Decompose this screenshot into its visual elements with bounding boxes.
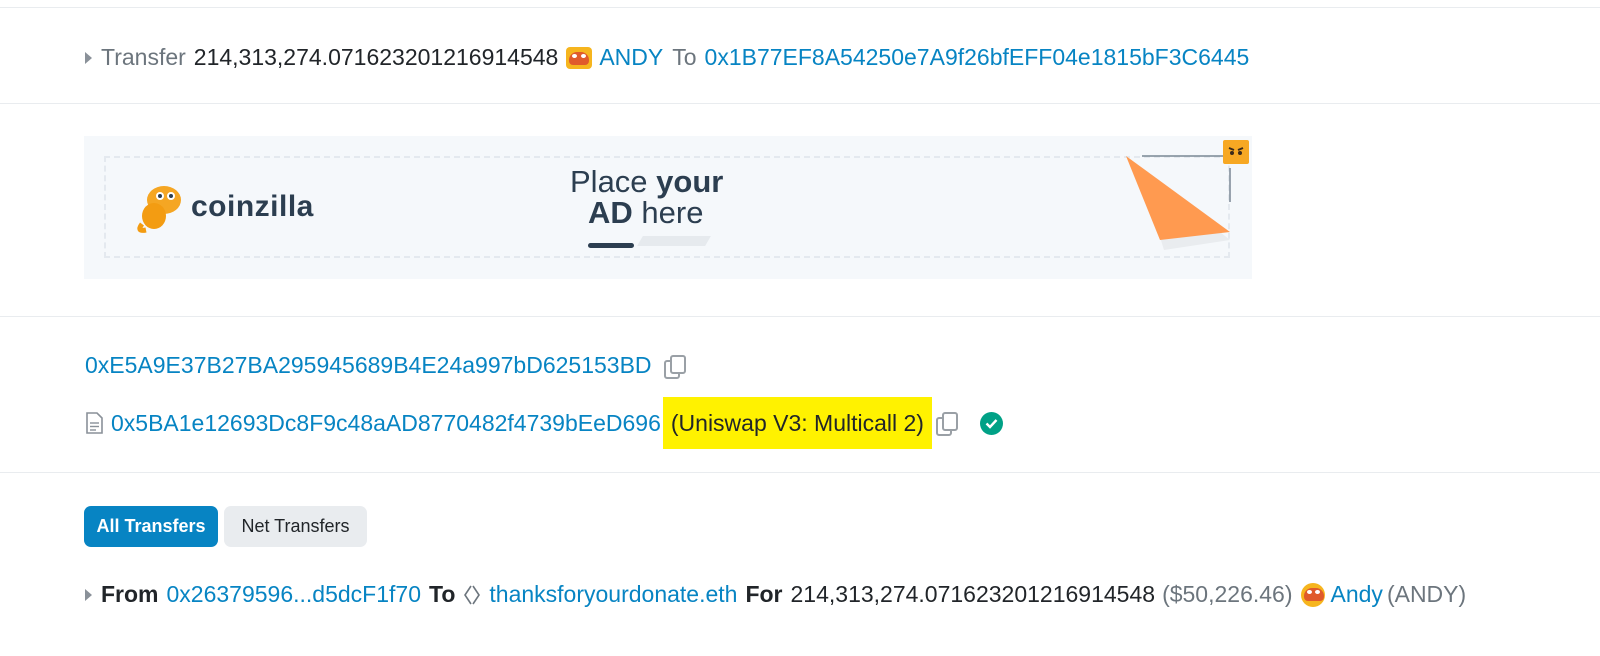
transfer-amount: 214,313,274.071623201216914548 bbox=[193, 44, 559, 70]
from-address-link[interactable]: 0x26379596...d5dcF1f70 bbox=[167, 581, 421, 608]
ad-close-icon[interactable] bbox=[1223, 140, 1249, 164]
divider bbox=[0, 103, 1600, 104]
token-name-link[interactable]: Andy bbox=[1331, 581, 1383, 608]
ad-headline-bold-1: your bbox=[656, 164, 724, 199]
usd-value: ($50,226.46) bbox=[1162, 581, 1293, 607]
contract-row: 0x5BA1e12693Dc8F9c48aAD8770482f4739bEeD6… bbox=[85, 395, 1003, 451]
tab-net-transfers[interactable]: Net Transfers bbox=[224, 506, 367, 547]
verified-check-icon bbox=[979, 411, 1003, 435]
ad-headline-regular-1: Place bbox=[570, 164, 657, 199]
ad-underline bbox=[588, 243, 634, 248]
contract-name-highlight: (Uniswap V3: Multicall 2) bbox=[662, 397, 932, 449]
copy-icon[interactable] bbox=[935, 412, 958, 436]
transfer-action: Transfer bbox=[101, 44, 186, 70]
divider bbox=[0, 472, 1600, 473]
contract-name: (Uniswap V3: Multicall 2) bbox=[670, 409, 924, 436]
ad-underline-shadow bbox=[637, 236, 711, 246]
from-label: From bbox=[101, 581, 159, 607]
contract-file-icon bbox=[86, 412, 103, 434]
address-link[interactable]: 0xE5A9E37B27BA295945689B4E24a997bD625153… bbox=[85, 352, 652, 379]
ad-headline: Place your AD here bbox=[570, 166, 723, 228]
andy-token-icon bbox=[1300, 582, 1325, 607]
caret-right-icon[interactable] bbox=[85, 588, 92, 601]
ad-brand: coinzilla bbox=[191, 190, 314, 223]
divider bbox=[0, 316, 1600, 317]
ens-icon bbox=[464, 585, 481, 604]
andy-token-icon bbox=[566, 46, 593, 69]
to-ens-link[interactable]: thanksforyourdonate.eth bbox=[489, 581, 737, 608]
tab-all-transfers[interactable]: All Transfers bbox=[84, 506, 218, 547]
ad-banner[interactable]: coinzilla Place your AD here bbox=[84, 136, 1252, 279]
ad-headline-regular-2: here bbox=[632, 195, 704, 230]
ad-headline-bold-2: AD bbox=[588, 195, 633, 230]
divider-top bbox=[0, 7, 1600, 8]
caret-right-icon[interactable] bbox=[85, 51, 92, 64]
copy-icon[interactable] bbox=[663, 354, 686, 379]
token-link[interactable]: ANDY bbox=[599, 44, 663, 71]
from-row: From 0x26379596...d5dcF1f70 To thanksfor… bbox=[85, 581, 1466, 608]
for-label: For bbox=[745, 581, 783, 607]
to-label: To bbox=[672, 44, 697, 70]
to-label: To bbox=[428, 581, 456, 607]
transfer-amount: 214,313,274.071623201216914548 bbox=[790, 581, 1156, 607]
to-address-link[interactable]: 0x1B77EF8A54250e7A9f26bfEFF04e1815bF3C64… bbox=[705, 44, 1250, 71]
coinzilla-mascot-icon bbox=[137, 186, 181, 233]
token-symbol: (ANDY) bbox=[1386, 581, 1467, 607]
contract-address-link[interactable]: 0x5BA1e12693Dc8F9c48aAD8770482f4739bEeD6… bbox=[111, 410, 661, 437]
transfer-row: Transfer 214,313,274.071623201216914548 … bbox=[85, 44, 1249, 71]
address-row: 0xE5A9E37B27BA295945689B4E24a997bD625153… bbox=[85, 352, 686, 379]
